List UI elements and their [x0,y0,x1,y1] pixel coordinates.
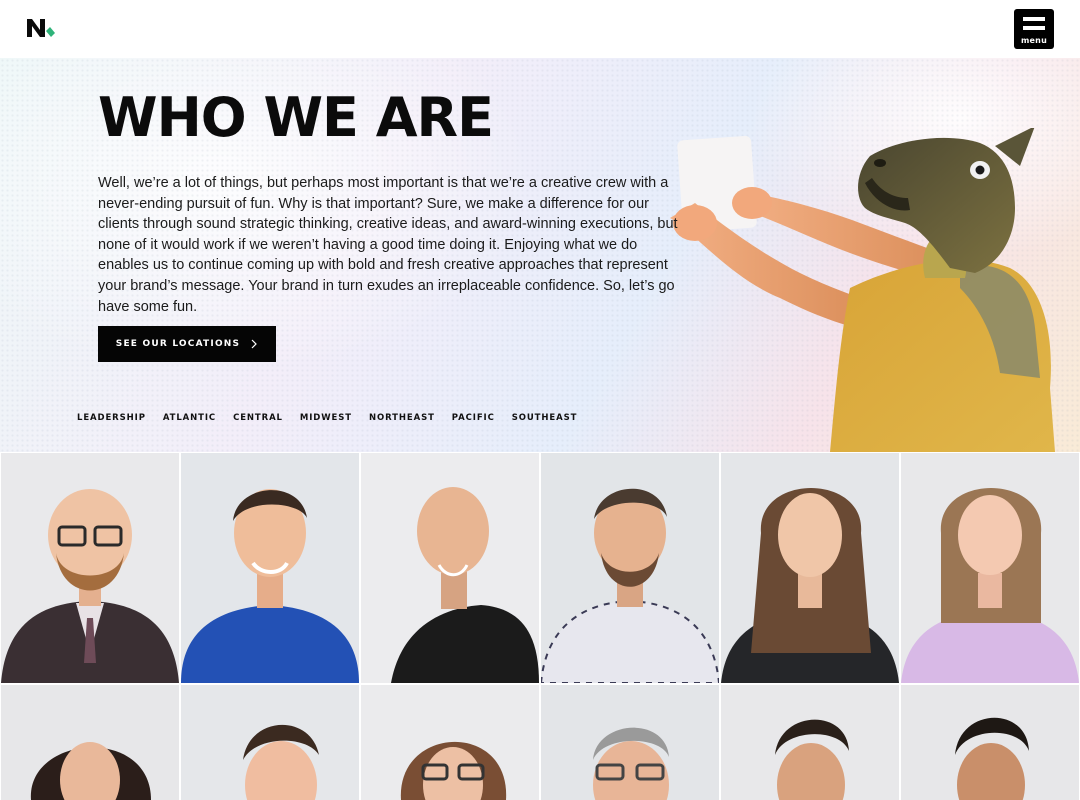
team-member-photo[interactable] [361,453,539,683]
chevron-right-icon [251,339,258,349]
team-member-photo[interactable] [901,453,1079,683]
site-header: menu [0,0,1080,58]
brand-logo-icon[interactable] [27,19,55,37]
team-member-photo[interactable] [721,685,899,800]
hero-section: WHO WE ARE Well, we’re a lot of things, … [0,58,1080,452]
team-member-photo[interactable] [541,453,719,683]
page-title: WHO WE ARE [98,86,494,149]
hamburger-menu-bar [1023,26,1045,30]
region-tab-atlantic[interactable]: ATLANTIC [163,413,216,423]
see-our-locations-button[interactable]: SEE OUR LOCATIONS [98,326,276,362]
team-member-photo[interactable] [361,685,539,800]
menu-button[interactable]: menu [1014,9,1054,49]
region-tab-midwest[interactable]: MIDWEST [300,413,352,423]
team-member-photo[interactable] [901,685,1079,800]
region-tab-central[interactable]: CENTRAL [233,413,283,423]
hamburger-menu-icon [1023,17,1045,21]
region-filter-nav: LEADERSHIP ATLANTIC CENTRAL MIDWEST NORT… [77,413,594,423]
team-member-photo[interactable] [1,453,179,683]
menu-label: menu [1021,36,1047,45]
team-grid [0,452,1080,800]
team-member-photo[interactable] [721,453,899,683]
region-tab-pacific[interactable]: PACIFIC [452,413,495,423]
region-tab-northeast[interactable]: NORTHEAST [369,413,435,423]
cta-label: SEE OUR LOCATIONS [115,339,241,349]
team-member-photo[interactable] [541,685,719,800]
region-tab-leadership[interactable]: LEADERSHIP [77,413,146,423]
team-member-photo[interactable] [181,685,359,800]
team-member-photo[interactable] [1,685,179,800]
intro-paragraph: Well, we’re a lot of things, but perhaps… [98,175,678,315]
hero-photo-horse-mask [670,128,1055,452]
team-member-photo[interactable] [181,453,359,683]
region-tab-southeast[interactable]: SOUTHEAST [512,413,578,423]
